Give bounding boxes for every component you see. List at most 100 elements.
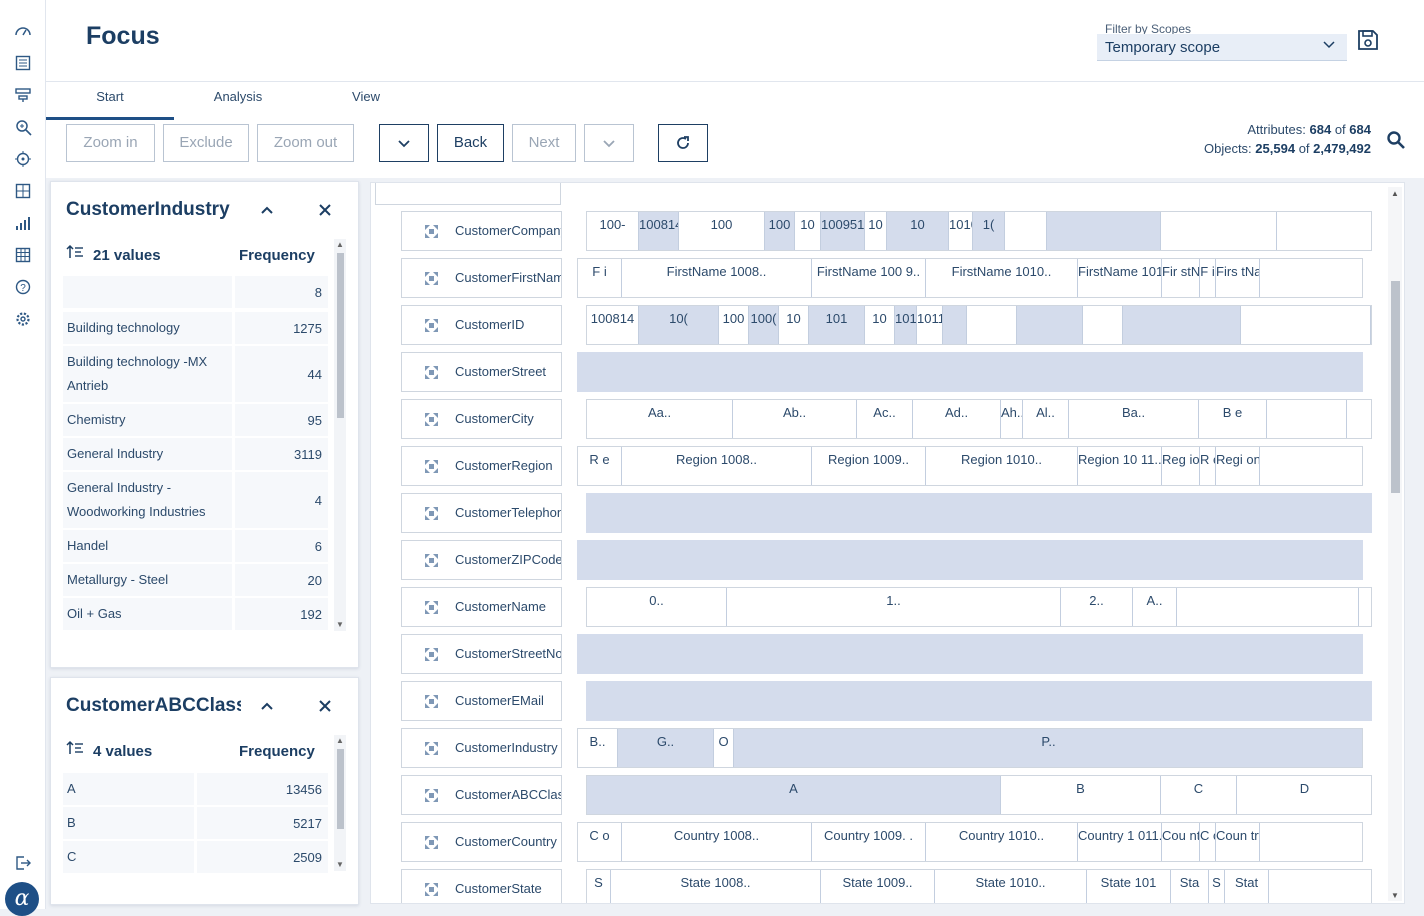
chevron-up-icon[interactable] [259, 202, 275, 218]
value-segment[interactable]: 100951 [821, 212, 865, 250]
value-segment[interactable]: 2.. [1061, 588, 1133, 626]
value-segment[interactable]: FirstName 1011.. [1078, 259, 1162, 297]
table-icon[interactable] [12, 244, 34, 266]
distribution-bar[interactable] [586, 493, 1372, 533]
value-segment[interactable] [1005, 212, 1047, 250]
distribution-bar[interactable]: ABCD [586, 775, 1372, 815]
tab-start[interactable]: Start [46, 89, 174, 120]
value-segment[interactable]: B e [1199, 400, 1267, 438]
value-segment[interactable]: 1.. [727, 588, 1061, 626]
value-segment[interactable]: FirstName 100 9.. [812, 259, 926, 297]
zoom-icon[interactable] [12, 116, 34, 138]
value-segment[interactable]: Al.. [1023, 400, 1069, 438]
value-segment[interactable]: 10 [887, 212, 949, 250]
value-segment[interactable]: Region 10 11.. [1078, 447, 1162, 485]
help-icon[interactable]: ? [12, 276, 34, 298]
value-segment[interactable]: 100 [719, 306, 749, 344]
value-segment[interactable]: Cou ntr [1162, 823, 1200, 861]
value-segment[interactable]: 10 [795, 212, 821, 250]
value-segment[interactable]: Fir stN [1162, 259, 1200, 297]
attribute-label[interactable]: CustomerEMail [401, 681, 562, 721]
value-segment[interactable]: Region 1009.. [812, 447, 926, 485]
distribution-bar[interactable]: C o Country 1008.. Country 1009. . Country … [577, 822, 1363, 862]
value-segment[interactable]: G.. [618, 729, 714, 767]
attribute-label[interactable]: CustomerZIPCode [401, 540, 562, 580]
attribute-label[interactable]: CustomerABCClass [401, 775, 562, 815]
value-segment[interactable]: 10 [865, 306, 895, 344]
scroll-up-icon[interactable]: ▲ [335, 737, 345, 745]
value-segment[interactable] [1347, 400, 1371, 438]
attribute-label[interactable]: CustomerStreet [401, 352, 562, 392]
value-segment[interactable]: C [1161, 776, 1237, 814]
distribution-bar[interactable] [577, 634, 1363, 674]
attribute-label[interactable]: CustomerName [401, 587, 562, 627]
filter-icon[interactable] [12, 84, 34, 106]
attribute-label[interactable]: CustomerCountry [401, 822, 562, 862]
grid-icon[interactable] [12, 180, 34, 202]
value-segment[interactable]: Country 1 011.. [1078, 823, 1162, 861]
value-segment[interactable]: State 1008.. [611, 870, 821, 903]
distribution-bar[interactable]: 100-1008141001001010095110101010701( [586, 211, 1372, 251]
distribution-bar[interactable]: F i FirstName 1008.. FirstName 100 9.. Firs… [577, 258, 1363, 298]
value-segment[interactable]: Region 1008.. [622, 447, 812, 485]
value-segment[interactable]: P.. [734, 729, 1362, 767]
scroll-down-icon[interactable]: ▼ [335, 861, 345, 869]
value-segment[interactable] [1241, 306, 1371, 344]
value-segment[interactable]: B.. [578, 729, 618, 767]
frequency-header[interactable]: Frequency [239, 247, 315, 264]
value-segment[interactable]: 10( [639, 306, 719, 344]
value-segment[interactable] [1047, 212, 1161, 250]
close-icon[interactable] [317, 202, 333, 218]
next-dropdown-button[interactable] [584, 124, 634, 162]
zoom-out-button[interactable]: Zoom out [257, 124, 354, 162]
value-segment[interactable]: F i [1200, 259, 1216, 297]
value-segment[interactable]: D [1237, 776, 1371, 814]
distribution-bar[interactable] [577, 352, 1363, 392]
scroll-thumb[interactable] [1391, 281, 1400, 493]
value-segment[interactable]: 101 [809, 306, 865, 344]
tab-view[interactable]: View [302, 89, 430, 104]
value-segment[interactable]: State 101 [1087, 870, 1171, 903]
value-segment[interactable] [1177, 588, 1359, 626]
bar-chart-icon[interactable] [12, 212, 34, 234]
value-segment[interactable]: B [1001, 776, 1161, 814]
value-segment[interactable]: F i [578, 259, 622, 297]
value-segment[interactable]: 100814 [639, 212, 679, 250]
attribute-label[interactable]: CustomerID [401, 305, 562, 345]
zoom-in-button[interactable]: Zoom in [66, 124, 155, 162]
value-segment[interactable] [967, 306, 1017, 344]
value-segment[interactable]: 0.. [587, 588, 727, 626]
value-segment[interactable]: Country 1010.. [926, 823, 1078, 861]
scrollbar[interactable]: ▲ ▼ [334, 735, 346, 871]
value-segment[interactable]: Firs tNam [1216, 259, 1260, 297]
tab-analysis[interactable]: Analysis [174, 89, 302, 104]
value-segment[interactable]: R e [578, 447, 622, 485]
value-segment[interactable] [1017, 306, 1083, 344]
value-segment[interactable]: Reg ion [1162, 447, 1200, 485]
chevron-up-icon[interactable] [259, 698, 275, 714]
value-segment[interactable]: Country 1009. . [812, 823, 926, 861]
exclude-button[interactable]: Exclude [163, 124, 249, 162]
value-segment[interactable]: O [714, 729, 734, 767]
scope-select[interactable]: Temporary scope [1097, 34, 1347, 61]
scroll-up-icon[interactable]: ▲ [1390, 189, 1400, 198]
value-segment[interactable] [1269, 870, 1371, 903]
save-icon[interactable] [1356, 28, 1380, 52]
distribution-bar[interactable] [577, 540, 1363, 580]
distribution-bar[interactable]: Aa.. Ab.. Ac.. Ad.. Ah.. Al.. Ba.. B e [586, 399, 1372, 439]
refresh-button[interactable] [658, 124, 708, 162]
value-segment[interactable]: S [587, 870, 611, 903]
scroll-up-icon[interactable]: ▲ [335, 241, 345, 249]
value-segment[interactable]: 100- [587, 212, 639, 250]
value-segment[interactable] [1260, 823, 1362, 861]
history-dropdown-button[interactable] [379, 124, 429, 162]
distribution-bar[interactable]: S State 1008.. State 1009.. State 1010.. Sta… [586, 869, 1372, 903]
sort-icon[interactable] [66, 740, 84, 756]
scrollbar[interactable]: ▲ ▼ [1388, 187, 1402, 901]
scroll-down-icon[interactable]: ▼ [335, 621, 345, 629]
dashboard-icon[interactable] [12, 20, 34, 42]
value-segment[interactable]: Ah.. [1001, 400, 1023, 438]
value-segment[interactable]: Regi on 1 [1216, 447, 1260, 485]
attribute-label[interactable]: CustomerFirstName [401, 258, 562, 298]
value-segment[interactable]: A [587, 776, 1001, 814]
